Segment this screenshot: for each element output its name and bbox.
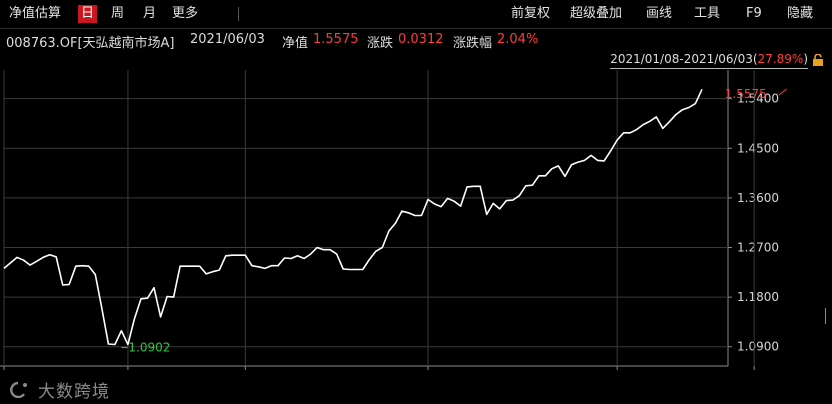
y-tick-label: 1.2700 [737,240,779,254]
toolbar-divider [238,7,239,21]
min-value-label: 1.0902 [128,341,170,355]
chart-toolbar: 净值估算 日 周 月 更多 前复权 超级叠加 画线 工具 F9 隐藏 [0,0,832,29]
y-tick-label: 1.4500 [737,141,779,155]
range-pct: 27.89% [757,52,804,66]
nav-line-chart: 1.54001.45001.36001.27001.18001.090021.0… [0,70,788,370]
range-close: ) [803,52,808,66]
change-label: 涨跌 [367,36,394,51]
tab-more[interactable]: 更多 [169,5,201,23]
forward-adjust-button[interactable]: 前复权 [508,5,553,23]
brand-logo-icon [10,381,27,398]
nav-value: 1.5575 [313,32,359,47]
tab-monthly[interactable]: 月 [140,5,159,23]
change-pct-value: 2.04% [497,32,539,47]
change-value: 0.0312 [398,32,444,47]
fund-code: 008763.OF[天弘越南市场A] [6,36,175,51]
y-tick-label: 1.0900 [737,340,779,354]
change-pct-label: 涨跌幅 [453,36,493,51]
lock-icon[interactable] [812,54,824,67]
max-value-label: 1.5575 [725,87,767,101]
nav-series-line [3,88,703,346]
draw-line-button[interactable]: 画线 [643,5,675,23]
date-range-summary[interactable]: 2021/01/08-2021/06/03(27.89%) [610,52,808,69]
max-marker-line [778,88,788,96]
y-tick-label: 1.1800 [737,290,779,304]
tab-daily[interactable]: 日 [78,5,98,23]
super-overlay-button[interactable]: 超级叠加 [567,5,625,23]
panel-collapse-handle[interactable] [825,308,832,324]
tab-nav-estimate[interactable]: 净值估算 [6,5,64,23]
info-date: 2021/06/03 [190,32,265,47]
hide-button[interactable]: 隐藏 [784,5,816,23]
tools-button[interactable]: 工具 [691,5,723,23]
y-tick-label: 1.3600 [737,191,779,205]
info-bar: 008763.OF[天弘越南市场A] 2021/06/03 净值 1.5575 … [0,29,832,51]
nav-label: 净值 [282,36,309,51]
tab-weekly[interactable]: 周 [108,5,127,23]
watermark-text: 大数跨境 [38,382,110,402]
range-text: 2021/01/08-2021/06/03( [610,52,758,66]
f9-button[interactable]: F9 [743,5,765,23]
